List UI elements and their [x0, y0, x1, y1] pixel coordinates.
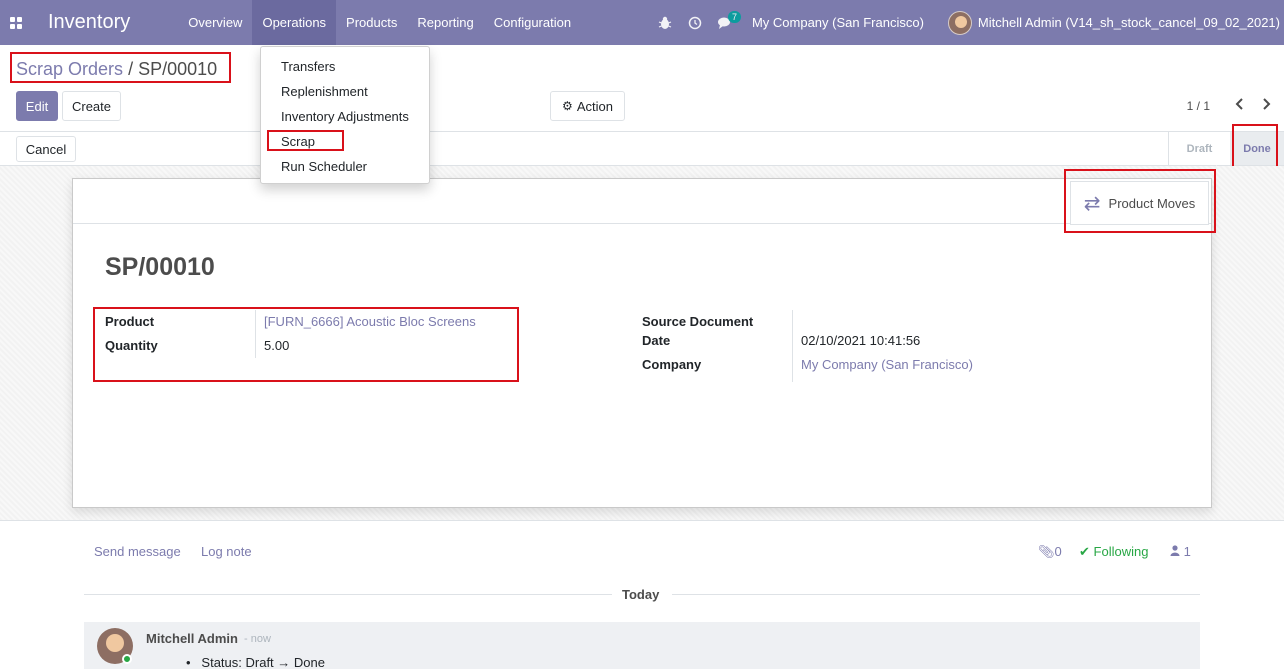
message-time: - now: [244, 633, 271, 645]
operations-dropdown: Transfers Replenishment Inventory Adjust…: [260, 46, 430, 184]
attachments-button[interactable]: 📎︎0: [1038, 544, 1062, 560]
menu-inventory-adjustments[interactable]: Inventory Adjustments: [281, 109, 409, 124]
message-author[interactable]: Mitchell Admin: [146, 631, 238, 646]
chatter-message: Mitchell Admin - now • Status: Draft → D…: [84, 622, 1200, 669]
date-divider-left: [84, 594, 612, 595]
attachment-count: 0: [1054, 544, 1062, 559]
clock-icon[interactable]: [680, 0, 710, 45]
company-switcher[interactable]: My Company (San Francisco): [752, 15, 924, 30]
user-avatar: [947, 10, 972, 35]
apps-menu-icon[interactable]: [0, 0, 32, 45]
button-box: ⇄ Product Moves: [73, 179, 1211, 225]
cancel-button[interactable]: Cancel: [16, 136, 76, 162]
tracking-value: • Status: Draft → Done: [186, 655, 325, 669]
create-button[interactable]: Create: [62, 91, 121, 121]
new-value: Done: [293, 655, 325, 669]
menu-configuration[interactable]: Configuration: [484, 0, 581, 45]
menu-transfers[interactable]: Transfers: [281, 59, 335, 74]
edit-button[interactable]: Edit: [16, 91, 58, 121]
systray: 7 My Company (San Francisco) Mitchell Ad…: [650, 0, 1284, 45]
user-icon: [1170, 545, 1180, 556]
pager-previous-icon[interactable]: [1234, 97, 1244, 115]
menu-operations[interactable]: Operations: [252, 0, 337, 45]
stage-arrow: [1216, 132, 1230, 166]
followers-count: 1: [1183, 544, 1191, 559]
main-menu: Overview Operations Products Reporting C…: [178, 0, 581, 45]
send-message-button[interactable]: Send message: [94, 544, 181, 559]
menu-reporting[interactable]: Reporting: [407, 0, 483, 45]
date-value[interactable]: 02/10/2021 10:41:56: [801, 333, 920, 348]
menu-products[interactable]: Products: [336, 0, 407, 45]
company-label: Company: [642, 357, 702, 372]
old-value: Draft: [245, 655, 274, 669]
company-value[interactable]: My Company (San Francisco): [801, 357, 973, 372]
bullet: •: [186, 655, 198, 669]
paperclip-icon: 📎︎: [1038, 544, 1055, 559]
following-label: Following: [1093, 544, 1149, 559]
date-divider-right: [672, 594, 1200, 595]
gear-icon: ⚙: [562, 99, 573, 113]
user-name: Mitchell Admin (V14_sh_stock_cancel_09_0…: [977, 15, 1280, 30]
date-separator: Today: [612, 587, 670, 602]
bug-icon[interactable]: [650, 0, 680, 45]
menu-replenishment[interactable]: Replenishment: [281, 84, 368, 99]
date-label: Date: [642, 333, 671, 348]
check-icon: ✔: [1079, 544, 1090, 559]
menu-run-scheduler[interactable]: Run Scheduler: [281, 159, 367, 174]
status-label: Status:: [201, 655, 242, 669]
pager-next-icon[interactable]: [1262, 97, 1272, 115]
action-button[interactable]: ⚙ Action: [550, 91, 625, 121]
following-button[interactable]: ✔ Following: [1079, 544, 1148, 560]
followers-button[interactable]: 1: [1170, 544, 1191, 559]
app-name[interactable]: Inventory: [48, 11, 130, 34]
record-title: SP/00010: [105, 253, 215, 281]
log-note-button[interactable]: Log note: [201, 544, 252, 559]
chat-count-badge: 7: [727, 11, 741, 23]
highlight-product-quantity: [93, 307, 519, 382]
pager-value[interactable]: 1 / 1: [1187, 99, 1210, 113]
top-navbar: Inventory Overview Operations Products R…: [0, 0, 1284, 45]
user-menu[interactable]: Mitchell Admin (V14_sh_stock_cancel_09_0…: [947, 10, 1280, 35]
highlight-scrap-menu: [267, 130, 344, 151]
highlight-product-moves: [1064, 169, 1216, 233]
chat-icon[interactable]: 7: [710, 0, 741, 45]
action-label: Action: [576, 98, 613, 114]
source-document-label: Source Document: [642, 314, 754, 329]
status-bar: Cancel Draft Done: [0, 131, 1284, 166]
control-panel: Scrap Orders / SP/00010 Edit Create ⚙ Ac…: [0, 45, 1284, 131]
menu-overview[interactable]: Overview: [178, 0, 252, 45]
online-status-icon: [122, 654, 132, 664]
arrow-right-icon: →: [277, 655, 291, 669]
field-separator-right: [792, 310, 793, 382]
highlight-breadcrumb: [10, 52, 231, 83]
